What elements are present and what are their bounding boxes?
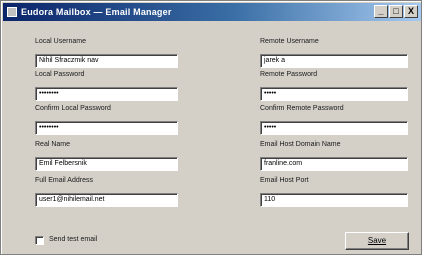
local-username-label: Local Username [35,38,86,45]
local-password-field[interactable]: •••••••• [35,87,178,101]
remote-password-field[interactable]: ••••• [260,87,408,101]
window-controls: _ □ X [374,5,418,19]
full-email-address-field[interactable]: user1@nihilemail.net [35,193,178,207]
save-button-label: Save [367,236,387,245]
email-host-domain-field[interactable]: franline.com [260,157,408,171]
confirm-local-password-label: Confirm Local Password [35,105,111,112]
real-name-label: Real Name [35,141,71,148]
maximize-button[interactable]: □ [389,5,403,18]
remote-password-label: Remote Password [260,71,318,78]
window-title: Eudora Mailbox — Email Manager [21,7,172,17]
save-button[interactable]: Save [345,232,409,250]
full-email-address-label: Full Email Address [35,177,93,184]
email-host-domain-label: Email Host Domain Name [260,141,341,148]
email-host-port-field[interactable]: 110 [260,193,408,207]
confirm-remote-password-label: Confirm Remote Password [260,105,344,112]
minimize-button[interactable]: _ [374,5,388,18]
local-username-field[interactable]: Nihil Sfraczmik nav [35,54,178,68]
close-button[interactable]: X [404,5,418,18]
send-test-email-checkbox[interactable] [35,236,44,245]
remote-username-field[interactable]: jarek a [260,54,408,68]
title-bar[interactable]: Eudora Mailbox — Email Manager _ □ X [3,3,421,21]
real-name-field[interactable]: Emil Felbersnik [35,157,178,171]
confirm-remote-password-field[interactable]: ••••• [260,121,408,135]
app-icon [7,7,17,17]
email-manager-window: Eudora Mailbox — Email Manager _ □ X Loc… [0,0,422,255]
remote-username-label: Remote Username [260,38,319,45]
send-test-email-label: Send test email [49,236,98,243]
local-password-label: Local Password [35,71,85,78]
confirm-local-password-field[interactable]: •••••••• [35,121,178,135]
email-host-port-label: Email Host Port [260,177,309,184]
